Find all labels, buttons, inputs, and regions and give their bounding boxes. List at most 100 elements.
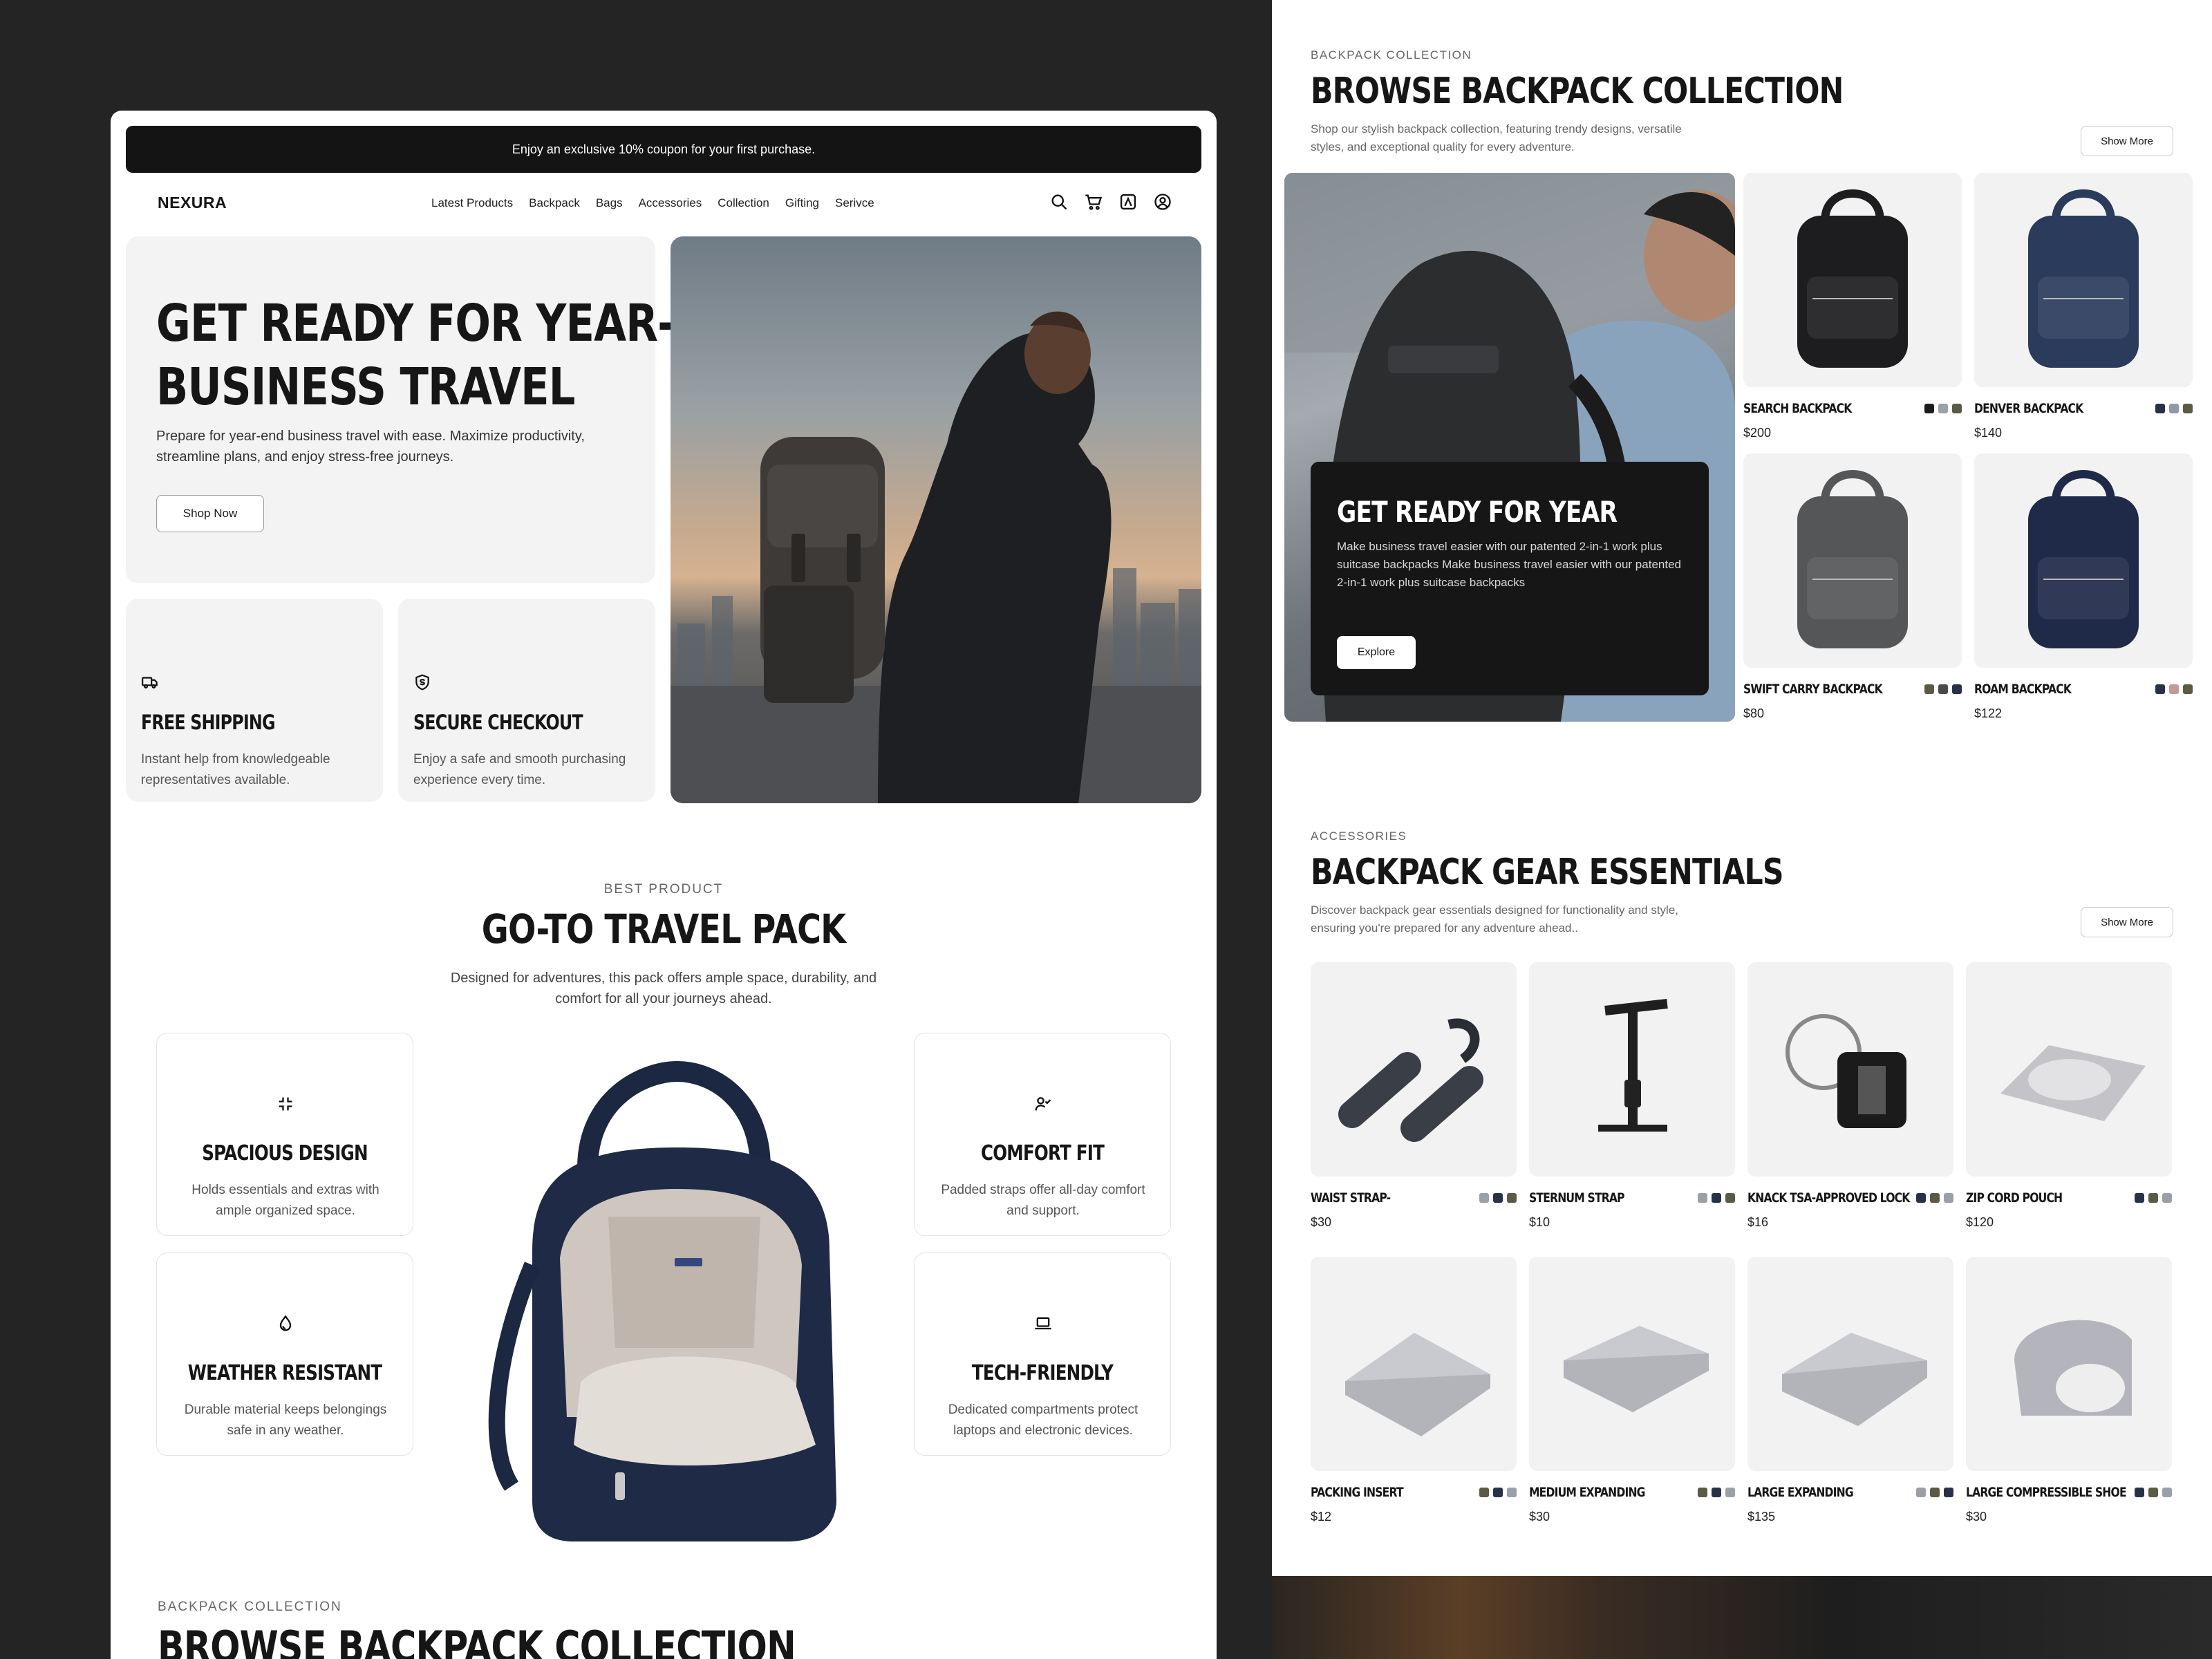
product-image[interactable] bbox=[1311, 1257, 1517, 1471]
backpack-product-card[interactable]: SEARCH BACKPACK $200 bbox=[1743, 173, 1962, 440]
nav-item-service[interactable]: Serivce bbox=[835, 196, 874, 210]
search-icon[interactable] bbox=[1049, 192, 1069, 212]
shop-now-button[interactable]: Shop Now bbox=[156, 495, 264, 532]
color-swatch[interactable] bbox=[2162, 1488, 2172, 1497]
product-name[interactable]: ROAM BACKPACK bbox=[1974, 682, 2072, 697]
color-swatch[interactable] bbox=[1924, 404, 1934, 413]
color-swatch[interactable] bbox=[1712, 1488, 1721, 1497]
color-swatch[interactable] bbox=[1698, 1488, 1707, 1497]
product-name[interactable]: LARGE COMPRESSIBLE SHOE bbox=[1966, 1485, 2127, 1500]
color-swatch[interactable] bbox=[2155, 404, 2165, 413]
brand-logo[interactable]: NEXURA bbox=[158, 194, 227, 212]
color-swatch[interactable] bbox=[1725, 1488, 1735, 1497]
color-swatch[interactable] bbox=[2169, 404, 2179, 413]
product-image[interactable] bbox=[1529, 1257, 1735, 1471]
product-name[interactable]: LARGE EXPANDING bbox=[1747, 1485, 1854, 1500]
product-price: $10 bbox=[1529, 1215, 1550, 1229]
product-name[interactable]: WAIST STRAP- bbox=[1311, 1190, 1391, 1206]
accessory-product-card[interactable]: MEDIUM EXPANDING $30 bbox=[1529, 1257, 1735, 1524]
color-swatch[interactable] bbox=[1507, 1488, 1517, 1497]
product-name[interactable]: SEARCH BACKPACK bbox=[1743, 401, 1852, 416]
product-name[interactable]: MEDIUM EXPANDING bbox=[1529, 1485, 1645, 1500]
color-swatch[interactable] bbox=[1930, 1193, 1940, 1203]
color-swatch[interactable] bbox=[2162, 1193, 2172, 1203]
color-swatch[interactable] bbox=[1916, 1193, 1926, 1203]
color-swatch[interactable] bbox=[1479, 1193, 1489, 1203]
color-swatch[interactable] bbox=[1952, 404, 1962, 413]
product-image[interactable] bbox=[1743, 453, 1962, 668]
hero-photo bbox=[671, 236, 1201, 803]
accessory-product-card[interactable]: KNACK TSA-APPROVED LOCK $16 bbox=[1747, 962, 1953, 1229]
accessory-product-card[interactable]: PACKING INSERT $12 bbox=[1311, 1257, 1517, 1524]
product-price: $80 bbox=[1743, 706, 1765, 720]
spec-card-tech: TECH-FRIENDLY Dedicated compartments pro… bbox=[914, 1253, 1171, 1456]
color-swatch[interactable] bbox=[2135, 1488, 2144, 1497]
color-swatch[interactable] bbox=[1930, 1488, 1940, 1497]
product-name[interactable]: PACKING INSERT bbox=[1311, 1485, 1404, 1500]
backpack-product-card[interactable]: DENVER BACKPACK $140 bbox=[1974, 173, 2193, 440]
accessory-product-card[interactable]: WAIST STRAP- $30 bbox=[1311, 962, 1517, 1229]
product-image[interactable] bbox=[1747, 962, 1953, 1177]
color-swatch[interactable] bbox=[2169, 684, 2179, 694]
nav-item-collection[interactable]: Collection bbox=[718, 196, 769, 210]
color-swatch[interactable] bbox=[2148, 1488, 2158, 1497]
accessory-image bbox=[2014, 1320, 2132, 1416]
color-swatch[interactable] bbox=[1916, 1488, 1926, 1497]
cart-icon[interactable] bbox=[1084, 192, 1103, 212]
accessory-image bbox=[1564, 1326, 1709, 1412]
nav-item-gifting[interactable]: Gifting bbox=[785, 196, 819, 210]
show-more-backpacks-button[interactable]: Show More bbox=[2081, 126, 2173, 156]
color-swatch[interactable] bbox=[1944, 1488, 1953, 1497]
product-name[interactable]: STERNUM STRAP bbox=[1529, 1190, 1625, 1206]
product-image[interactable] bbox=[1966, 962, 2172, 1177]
product-image[interactable] bbox=[1966, 1257, 2172, 1471]
product-name[interactable]: SWIFT CARRY BACKPACK bbox=[1743, 682, 1883, 697]
color-swatch[interactable] bbox=[1924, 684, 1934, 694]
bookmark-icon[interactable] bbox=[1118, 192, 1138, 212]
color-swatch[interactable] bbox=[2183, 404, 2193, 413]
nav-item-bags[interactable]: Bags bbox=[596, 196, 623, 210]
accessory-product-card[interactable]: STERNUM STRAP $10 bbox=[1529, 962, 1735, 1229]
color-swatch[interactable] bbox=[1944, 1193, 1953, 1203]
product-image[interactable] bbox=[1529, 962, 1735, 1177]
color-swatch[interactable] bbox=[1479, 1488, 1489, 1497]
color-swatch[interactable] bbox=[1938, 684, 1948, 694]
spec-desc: Dedicated compartments protect laptops a… bbox=[948, 1403, 1138, 1438]
nav-item-backpack[interactable]: Backpack bbox=[529, 196, 580, 210]
color-swatch[interactable] bbox=[2148, 1193, 2158, 1203]
color-swatches bbox=[2155, 404, 2193, 413]
account-icon[interactable] bbox=[1153, 192, 1172, 212]
backpacks-title: BROWSE BACKPACK COLLECTION bbox=[1311, 71, 1960, 112]
color-swatch[interactable] bbox=[2183, 684, 2193, 694]
explore-button[interactable]: Explore bbox=[1337, 636, 1416, 669]
product-name[interactable]: KNACK TSA-APPROVED LOCK bbox=[1747, 1190, 1910, 1206]
color-swatch[interactable] bbox=[1493, 1488, 1503, 1497]
color-swatch[interactable] bbox=[1712, 1193, 1721, 1203]
accessory-product-card[interactable]: LARGE COMPRESSIBLE SHOE $30 bbox=[1966, 1257, 2172, 1524]
color-swatch[interactable] bbox=[1507, 1193, 1517, 1203]
product-image[interactable] bbox=[1747, 1257, 1953, 1471]
color-swatch[interactable] bbox=[1952, 684, 1962, 694]
color-swatch[interactable] bbox=[2155, 684, 2165, 694]
accessory-product-card[interactable]: ZIP CORD POUCH $120 bbox=[1966, 962, 2172, 1229]
product-name[interactable]: DENVER BACKPACK bbox=[1974, 401, 2083, 416]
product-image[interactable] bbox=[1974, 453, 2193, 668]
color-swatch[interactable] bbox=[1698, 1193, 1707, 1203]
color-swatch[interactable] bbox=[1725, 1193, 1735, 1203]
color-swatch[interactable] bbox=[1938, 404, 1948, 413]
promo-text: Enjoy an exclusive 10% coupon for your f… bbox=[512, 142, 816, 156]
color-swatches bbox=[1916, 1193, 1953, 1203]
show-more-accessories-button[interactable]: Show More bbox=[2081, 907, 2173, 937]
accessory-product-card[interactable]: LARGE EXPANDING $135 bbox=[1747, 1257, 1953, 1524]
product-image[interactable] bbox=[1311, 962, 1517, 1177]
color-swatch[interactable] bbox=[1493, 1193, 1503, 1203]
backpack-product-card[interactable]: ROAM BACKPACK $122 bbox=[1974, 453, 2193, 720]
product-image[interactable] bbox=[1974, 173, 2193, 387]
color-swatch[interactable] bbox=[2135, 1193, 2144, 1203]
color-swatches bbox=[1698, 1193, 1735, 1203]
product-name[interactable]: ZIP CORD POUCH bbox=[1966, 1190, 2063, 1206]
product-image[interactable] bbox=[1743, 173, 1962, 387]
nav-item-latest-products[interactable]: Latest Products bbox=[431, 196, 513, 210]
nav-item-accessories[interactable]: Accessories bbox=[639, 196, 702, 210]
backpack-product-card[interactable]: SWIFT CARRY BACKPACK $80 bbox=[1743, 453, 1962, 720]
